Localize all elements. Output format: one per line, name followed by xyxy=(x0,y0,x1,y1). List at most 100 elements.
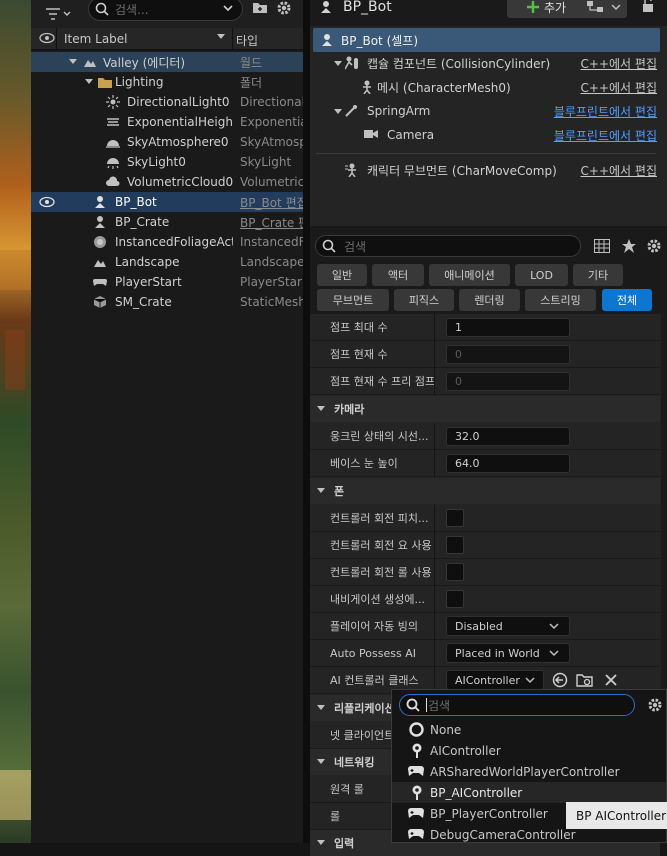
outliner-row-actor-selected[interactable]: BP_Bot BP_Bot 편집 xyxy=(31,192,303,212)
outliner-row-world[interactable]: Valley (에디터) 월드 xyxy=(31,52,303,72)
outliner-row-folder[interactable]: Lighting 폴더 xyxy=(31,72,303,92)
class-option[interactable]: ARSharedWorldPlayerController xyxy=(392,761,666,782)
add-component-button[interactable]: 추가 xyxy=(507,0,585,18)
class-option[interactable]: AIController xyxy=(392,740,666,761)
column-item-label[interactable]: Item Label xyxy=(64,32,128,46)
property-name: Auto Possess AI xyxy=(330,646,416,660)
skylight-icon xyxy=(106,155,120,169)
expand-arrow-icon xyxy=(316,486,326,496)
base-eye-height-field[interactable]: 64.0 xyxy=(446,454,570,473)
expand-arrow-icon xyxy=(316,703,326,713)
filter-all[interactable]: 전체 xyxy=(602,289,652,311)
clear-icon[interactable] xyxy=(604,673,618,687)
auto-possess-player-dropdown[interactable]: Disabled xyxy=(446,616,570,636)
blueprint-options-button[interactable] xyxy=(581,0,627,18)
component-row[interactable]: Camera 블루프린트에서 편집 xyxy=(310,123,667,147)
eye-icon[interactable] xyxy=(39,32,55,44)
panel-splitter[interactable] xyxy=(303,0,310,843)
outliner-row-actor[interactable]: PlayerStart PlayerStar xyxy=(31,272,303,292)
row-label: DirectionalLight0 xyxy=(127,95,230,109)
outliner-row-actor[interactable]: ExponentialHeightF Exponentia xyxy=(31,112,303,132)
filter-general[interactable]: 일반 xyxy=(317,264,367,286)
row-type: Landscape xyxy=(240,255,303,269)
browse-folder-icon[interactable] xyxy=(576,672,594,688)
filter-misc[interactable]: 기타 xyxy=(573,264,623,286)
section-title: 입력 xyxy=(334,837,355,850)
edit-in-blueprint-link[interactable]: 블루프린트에서 편집 xyxy=(554,103,657,120)
filter-streaming[interactable]: 스트리밍 xyxy=(525,289,596,311)
outliner-row-actor[interactable]: InstancedFoliageAct InstancedF xyxy=(31,232,303,252)
hierarchy-icon xyxy=(587,1,605,13)
section-camera[interactable]: 카메라 xyxy=(310,396,660,422)
option-label: AIController xyxy=(430,743,501,758)
movement-icon xyxy=(345,163,359,177)
outliner-row-actor[interactable]: SkyLight0 SkyLight xyxy=(31,152,303,172)
component-row[interactable]: 캡슐 컴포넌트 (CollisionCylinder) C++에서 편집 xyxy=(310,51,667,75)
use-controller-yaw-checkbox[interactable] xyxy=(446,536,464,554)
property-matrix-icon[interactable] xyxy=(594,239,610,253)
outliner-row-actor[interactable]: SkyAtmosphere0 SkyAtmosp xyxy=(31,132,303,152)
class-option[interactable]: None xyxy=(392,719,666,740)
edit-in-cpp-link[interactable]: C++에서 편집 xyxy=(581,79,657,96)
section-pawn[interactable]: 폰 xyxy=(310,478,660,504)
outliner-row-actor[interactable]: Landscape Landscape xyxy=(31,252,303,272)
filter-rendering[interactable]: 렌더링 xyxy=(459,289,520,311)
edit-in-cpp-link[interactable]: C++에서 편집 xyxy=(581,162,657,179)
filter-physics[interactable]: 피직스 xyxy=(394,289,454,311)
edit-in-cpp-link[interactable]: C++에서 편집 xyxy=(581,55,657,72)
class-option-hovered[interactable]: BP_AIController xyxy=(392,782,666,803)
outliner-row-actor[interactable]: SM_Crate StaticMesh xyxy=(31,292,303,312)
use-controller-pitch-checkbox[interactable] xyxy=(446,509,464,527)
filter-lod[interactable]: LOD xyxy=(515,264,568,286)
row-type-link[interactable]: BP_Crate 편 xyxy=(240,214,303,231)
crouched-eye-height-field[interactable]: 32.0 xyxy=(446,427,570,446)
filter-icon[interactable] xyxy=(45,6,71,22)
details-search-input[interactable]: 검색 xyxy=(315,235,581,257)
row-type: SkyAtmosp xyxy=(240,135,303,149)
outliner-row-actor[interactable]: BP_Crate BP_Crate 편 xyxy=(31,212,303,232)
auto-possess-ai-dropdown[interactable]: Placed in World xyxy=(446,643,570,663)
eye-icon[interactable] xyxy=(39,196,55,208)
level-viewport[interactable] xyxy=(0,0,31,843)
class-search-input[interactable]: 검색 xyxy=(399,694,635,716)
filter-actor[interactable]: 액터 xyxy=(372,264,424,286)
use-controller-roll-checkbox[interactable] xyxy=(446,563,464,581)
property-name: AI 컨트롤러 클래스 xyxy=(330,674,419,687)
filter-movement[interactable]: 무브먼트 xyxy=(317,289,389,311)
row-type-link[interactable]: BP_Bot 편집 xyxy=(240,194,303,211)
star-icon[interactable] xyxy=(621,238,637,254)
gear-icon[interactable] xyxy=(646,238,662,254)
dropdown-value: Disabled xyxy=(455,619,503,633)
component-row[interactable]: 캐릭터 무브먼트 (CharMoveComp) C++에서 편집 xyxy=(310,158,667,182)
edit-in-blueprint-link[interactable]: 블루프린트에서 편집 xyxy=(554,127,657,144)
details-title: BP_Bot xyxy=(343,0,392,15)
gear-icon[interactable] xyxy=(647,697,663,713)
property-row: 점프 현재 수 0 xyxy=(310,341,660,368)
ai-controller-class-dropdown[interactable]: AIController xyxy=(446,670,544,690)
outliner-row-actor[interactable]: DirectionalLight0 Directional xyxy=(31,92,303,112)
row-type: 월드 xyxy=(240,55,263,70)
component-label: Camera xyxy=(387,128,435,142)
component-row[interactable]: SpringArm 블루프린트에서 편집 xyxy=(310,99,667,123)
spring-arm-icon xyxy=(344,104,358,118)
component-root[interactable]: BP_Bot (셀프) xyxy=(313,28,660,52)
filter-animation[interactable]: 애니메이션 xyxy=(429,264,510,286)
outliner-toolbar: 검색... xyxy=(31,0,303,30)
gear-icon[interactable] xyxy=(276,0,292,16)
section-title: 리플리케이션 xyxy=(334,702,395,715)
add-folder-icon[interactable] xyxy=(252,0,268,14)
use-selected-icon[interactable] xyxy=(552,672,568,688)
jump-max-count-field[interactable]: 1 xyxy=(446,318,570,337)
lock-icon[interactable] xyxy=(641,0,655,13)
jump-current-count-field: 0 xyxy=(446,345,570,364)
outliner-search-input[interactable]: 검색... xyxy=(88,0,243,21)
outliner-row-actor[interactable]: VolumetricCloud0 Volumetric xyxy=(31,172,303,192)
option-label: ARSharedWorldPlayerController xyxy=(430,764,620,779)
component-row[interactable]: 메시 (CharacterMesh0) C++에서 편집 xyxy=(310,75,667,99)
row-label: SkyLight0 xyxy=(127,155,186,169)
can-affect-navigation-checkbox[interactable] xyxy=(446,590,464,608)
column-type[interactable]: 타입 xyxy=(236,32,258,49)
search-placeholder: 검색 xyxy=(428,698,451,713)
property-row: 컨트롤러 회전 피치... xyxy=(310,505,660,532)
plus-icon xyxy=(526,0,540,14)
